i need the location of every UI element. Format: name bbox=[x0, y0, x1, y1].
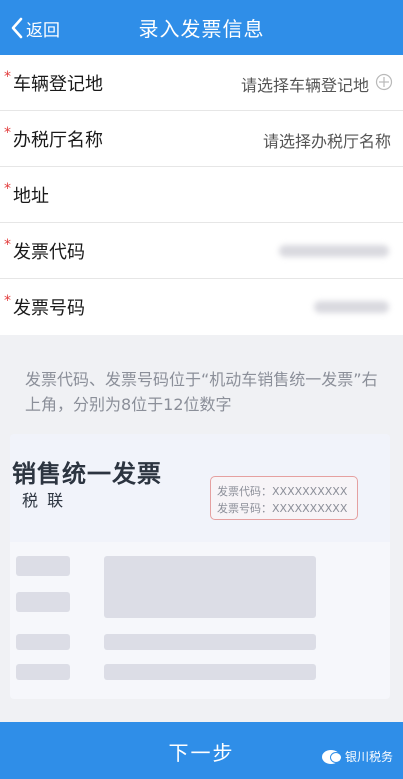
placeholder-block bbox=[104, 556, 316, 618]
sample-invoice-image: 销售统一发票 税 联 发票代码：XXXXXXXXXX 发票号码：XXXXXXXX… bbox=[10, 434, 390, 699]
sample-invoice-subtitle: 税 联 bbox=[22, 491, 66, 510]
placeholder-block bbox=[104, 634, 316, 650]
sample-number-line: 发票号码：XXXXXXXXXX bbox=[217, 502, 348, 515]
placeholder-block bbox=[16, 664, 70, 680]
tax-hall-select[interactable]: 请选择办税厅名称 bbox=[263, 128, 391, 152]
required-mark: * bbox=[4, 69, 11, 85]
field-vehicle-registration[interactable]: * 车辆登记地 请选择车辆登记地 bbox=[0, 55, 403, 111]
placeholder-block bbox=[16, 634, 70, 650]
hint-text: 发票代码、发票号码位于“机动车销售统一发票”右上角，分别为8位于12位数字 bbox=[25, 370, 378, 414]
field-label: 车辆登记地 bbox=[13, 74, 103, 95]
watermark-label: 银川税务 bbox=[344, 750, 393, 764]
field-label: 办税厅名称 bbox=[13, 130, 103, 151]
field-address[interactable]: * 地址 bbox=[0, 167, 403, 223]
vehicle-registration-select[interactable]: 请选择车辆登记地 bbox=[241, 72, 369, 96]
top-nav-bar: 返回 录入发票信息 bbox=[0, 0, 403, 55]
required-mark: * bbox=[4, 125, 11, 141]
watermark: 银川税务 bbox=[321, 748, 393, 765]
invoice-number-input-redacted[interactable] bbox=[314, 301, 389, 313]
wechat-icon bbox=[321, 749, 341, 764]
sample-code-line: 发票代码：XXXXXXXXXX bbox=[217, 485, 348, 498]
field-invoice-code[interactable]: * 发票代码 bbox=[0, 223, 403, 279]
field-invoice-number[interactable]: * 发票号码 bbox=[0, 279, 403, 335]
field-label: 地址 bbox=[13, 186, 49, 207]
sample-invoice-title: 销售统一发票 bbox=[12, 460, 162, 488]
invoice-code-highlight-box: 发票代码：XXXXXXXXXX 发票号码：XXXXXXXXXX bbox=[210, 476, 358, 520]
placeholder-block bbox=[16, 592, 70, 612]
placeholder-block bbox=[16, 556, 70, 576]
location-target-icon[interactable] bbox=[375, 73, 393, 91]
placeholder-block bbox=[104, 664, 316, 680]
required-mark: * bbox=[4, 237, 11, 253]
required-mark: * bbox=[4, 181, 11, 197]
next-step-button[interactable]: 下一步 银川税务 bbox=[0, 722, 403, 779]
required-mark: * bbox=[4, 293, 11, 309]
field-label: 发票号码 bbox=[13, 298, 85, 319]
field-label: 发票代码 bbox=[13, 242, 85, 263]
invoice-form: * 车辆登记地 请选择车辆登记地 * 办税厅名称 请选择办税厅名称 * 地址 *… bbox=[0, 55, 403, 335]
invoice-code-input-redacted[interactable] bbox=[279, 245, 389, 257]
page-title: 录入发票信息 bbox=[138, 17, 265, 41]
field-tax-hall[interactable]: * 办税厅名称 请选择办税厅名称 bbox=[0, 111, 403, 167]
